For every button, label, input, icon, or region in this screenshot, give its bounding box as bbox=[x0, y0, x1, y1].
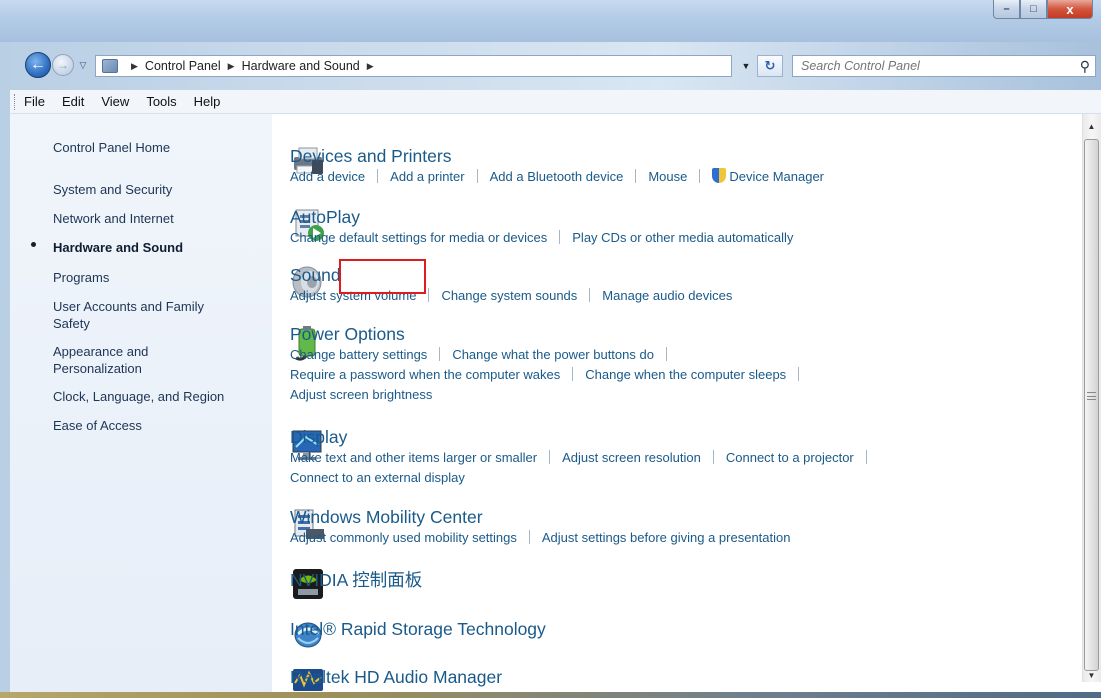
link-make-text-larger[interactable]: Make text and other items larger or smal… bbox=[290, 450, 537, 465]
address-bar[interactable]: ▶ Control Panel ▶ Hardware and Sound ▶ bbox=[95, 55, 732, 77]
sidebar-item-appearance[interactable]: Appearance and Personalization bbox=[53, 343, 193, 377]
chevron-down-icon: ▼ bbox=[741, 61, 751, 71]
category-intel-rapid-storage: Intel® Rapid Storage Technology bbox=[290, 618, 546, 640]
category-title[interactable]: Realtek HD Audio Manager bbox=[290, 666, 502, 688]
back-arrow-icon: ← bbox=[30, 56, 46, 73]
category-title[interactable]: Power Options bbox=[290, 323, 811, 345]
link-connect-to-projector[interactable]: Connect to a projector bbox=[726, 450, 854, 465]
breadcrumb-separator-icon[interactable]: ▶ bbox=[228, 61, 235, 72]
sidebar-item-hardware-and-sound: Hardware and Sound bbox=[53, 240, 184, 255]
menu-bar: File Edit View Tools Help bbox=[10, 90, 1101, 114]
caption-buttons: – □ x bbox=[993, 0, 1093, 19]
link-add-a-printer[interactable]: Add a printer bbox=[390, 169, 464, 184]
forward-arrow-icon: → bbox=[57, 58, 69, 72]
back-button[interactable]: ← bbox=[25, 52, 51, 78]
shield-icon bbox=[712, 168, 727, 183]
search-box[interactable]: ⚲ bbox=[792, 55, 1096, 77]
menu-grip bbox=[14, 94, 17, 110]
search-input[interactable] bbox=[801, 59, 1061, 73]
menu-help[interactable]: Help bbox=[194, 94, 221, 109]
sidebar-item-system-and-security[interactable]: System and Security bbox=[53, 181, 253, 198]
content-area: Control Panel Home System and Security N… bbox=[10, 114, 1101, 692]
window-title-bar: – □ x bbox=[0, 0, 1101, 42]
category-nvidia: NVIDIA 控制面板 bbox=[290, 569, 422, 591]
sidebar-item-network-and-internet[interactable]: Network and Internet bbox=[53, 210, 253, 227]
link-presentation-settings[interactable]: Adjust settings before giving a presenta… bbox=[542, 530, 791, 545]
category-title[interactable]: AutoPlay bbox=[290, 206, 793, 228]
link-require-password-on-wake[interactable]: Require a password when the computer wak… bbox=[290, 367, 560, 382]
arrow-down-icon: ▼ bbox=[1087, 671, 1096, 680]
refresh-button[interactable]: ↻ bbox=[757, 55, 783, 77]
left-navigation-pane: Control Panel Home System and Security N… bbox=[10, 114, 272, 692]
recent-pages-button[interactable]: ▽ bbox=[77, 58, 89, 72]
desktop-background-strip bbox=[0, 692, 1101, 698]
category-devices-and-printers: Devices and Printers Add a device Add a p… bbox=[290, 145, 824, 187]
link-change-default-media-settings[interactable]: Change default settings for media or dev… bbox=[290, 230, 547, 245]
breadcrumb-separator-icon[interactable]: ▶ bbox=[131, 61, 138, 72]
sidebar-item-control-panel-home[interactable]: Control Panel Home bbox=[53, 139, 253, 156]
chevron-down-icon: ▽ bbox=[79, 59, 87, 70]
sidebar-item-clock-language-region[interactable]: Clock, Language, and Region bbox=[53, 388, 253, 405]
link-connect-external-display[interactable]: Connect to an external display bbox=[290, 470, 465, 485]
link-adjust-screen-brightness[interactable]: Adjust screen brightness bbox=[290, 387, 432, 402]
link-add-a-device[interactable]: Add a device bbox=[290, 169, 365, 184]
scroll-thumb[interactable] bbox=[1084, 139, 1099, 671]
category-title[interactable]: Display bbox=[290, 426, 879, 448]
category-title[interactable]: Devices and Printers bbox=[290, 145, 824, 167]
close-button[interactable]: x bbox=[1047, 0, 1093, 19]
category-title[interactable]: NVIDIA 控制面板 bbox=[290, 569, 422, 591]
sound-highlight-box bbox=[339, 259, 426, 294]
menu-view[interactable]: View bbox=[101, 94, 129, 109]
minimize-button[interactable]: – bbox=[993, 0, 1020, 19]
control-panel-icon bbox=[102, 59, 118, 73]
category-windows-mobility-center: Windows Mobility Center Adjust commonly … bbox=[290, 506, 790, 548]
link-change-system-sounds[interactable]: Change system sounds bbox=[441, 288, 577, 303]
breadcrumb-hardware-and-sound[interactable]: Hardware and Sound bbox=[242, 59, 360, 73]
link-device-manager[interactable]: Device Manager bbox=[729, 169, 824, 184]
scroll-thumb-grip bbox=[1087, 392, 1096, 400]
link-change-battery-settings[interactable]: Change battery settings bbox=[290, 347, 427, 362]
scroll-down-button[interactable]: ▼ bbox=[1082, 667, 1101, 684]
sidebar-item-programs[interactable]: Programs bbox=[53, 269, 253, 286]
link-adjust-mobility-settings[interactable]: Adjust commonly used mobility settings bbox=[290, 530, 517, 545]
refresh-icon: ↻ bbox=[764, 58, 776, 73]
link-add-a-bluetooth-device[interactable]: Add a Bluetooth device bbox=[490, 169, 624, 184]
category-autoplay: AutoPlay Change default settings for med… bbox=[290, 206, 793, 248]
active-item-bullet bbox=[31, 242, 36, 247]
menu-edit[interactable]: Edit bbox=[62, 94, 84, 109]
menu-file[interactable]: File bbox=[24, 94, 45, 109]
link-change-sleep-time[interactable]: Change when the computer sleeps bbox=[585, 367, 786, 382]
forward-button[interactable]: → bbox=[52, 54, 74, 76]
link-mouse[interactable]: Mouse bbox=[648, 169, 687, 184]
category-display: Display Make text and other items larger… bbox=[290, 426, 879, 488]
link-play-cds-automatically[interactable]: Play CDs or other media automatically bbox=[572, 230, 793, 245]
menu-tools[interactable]: Tools bbox=[146, 94, 176, 109]
category-title[interactable]: Windows Mobility Center bbox=[290, 506, 790, 528]
address-dropdown-button[interactable]: ▼ bbox=[735, 55, 757, 77]
category-title[interactable]: Intel® Rapid Storage Technology bbox=[290, 618, 546, 640]
category-power-options: Power Options Change battery settings Cha… bbox=[290, 323, 811, 405]
scroll-up-button[interactable]: ▲ bbox=[1082, 118, 1101, 135]
sidebar-item-user-accounts[interactable]: User Accounts and Family Safety bbox=[53, 298, 243, 332]
link-manage-audio-devices[interactable]: Manage audio devices bbox=[602, 288, 732, 303]
sidebar-item-ease-of-access[interactable]: Ease of Access bbox=[53, 417, 253, 434]
breadcrumb-control-panel[interactable]: Control Panel bbox=[145, 59, 221, 73]
maximize-button[interactable]: □ bbox=[1020, 0, 1047, 19]
category-realtek-audio: Realtek HD Audio Manager bbox=[290, 666, 502, 688]
search-icon[interactable]: ⚲ bbox=[1080, 58, 1090, 75]
arrow-up-icon: ▲ bbox=[1087, 122, 1096, 131]
link-adjust-screen-resolution[interactable]: Adjust screen resolution bbox=[562, 450, 701, 465]
link-change-power-buttons[interactable]: Change what the power buttons do bbox=[452, 347, 654, 362]
breadcrumb-separator-icon[interactable]: ▶ bbox=[367, 61, 374, 72]
